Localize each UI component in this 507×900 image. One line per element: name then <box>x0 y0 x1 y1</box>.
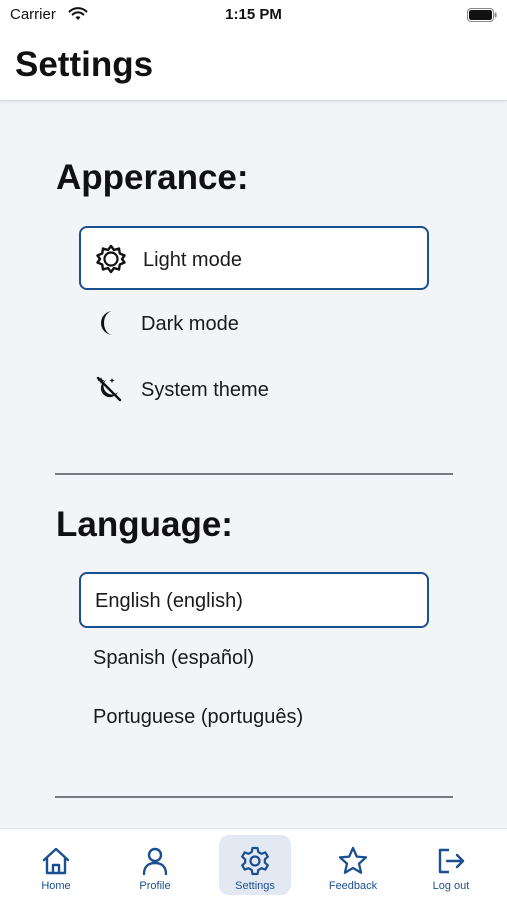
dark-mode-option[interactable]: Dark mode <box>79 292 429 356</box>
tab-feedback[interactable]: Feedback <box>317 835 389 895</box>
system-theme-option[interactable]: System theme <box>79 358 429 422</box>
header-bar: Settings <box>0 30 507 101</box>
option-label: Portuguese (português) <box>93 706 304 728</box>
option-label: System theme <box>141 379 269 401</box>
tab-label: Settings <box>235 880 275 892</box>
option-label: Light mode <box>143 249 242 271</box>
status-bar: Carrier 1:15 PM <box>0 0 507 30</box>
language-option-english[interactable]: English (english) <box>79 572 429 628</box>
language-option-spanish[interactable]: Spanish (español) <box>79 631 429 687</box>
profile-icon <box>142 847 168 876</box>
light-mode-option[interactable]: Light mode <box>79 226 429 290</box>
star-icon <box>338 846 368 874</box>
battery-icon <box>467 8 497 22</box>
language-section-title: Language: <box>56 505 233 544</box>
section-divider <box>55 796 453 798</box>
moon-icon <box>101 311 113 335</box>
section-divider <box>55 473 453 475</box>
tab-label: Profile <box>139 880 171 892</box>
tab-bar: Home Profile Settings Feedback Log out <box>0 828 507 900</box>
option-label: English (english) <box>95 590 243 612</box>
appearance-section-title: Apperance: <box>56 158 249 197</box>
tab-home[interactable]: Home <box>20 835 92 895</box>
sun-icon <box>96 244 126 274</box>
tab-settings[interactable]: Settings <box>219 835 291 895</box>
tab-logout[interactable]: Log out <box>415 835 487 895</box>
tab-label: Feedback <box>328 880 378 892</box>
option-label: Spanish (español) <box>93 647 255 669</box>
gear-icon <box>241 846 269 876</box>
page-title: Settings <box>15 45 154 84</box>
tab-label: Home <box>41 880 71 892</box>
language-option-portuguese[interactable]: Portuguese (português) <box>79 690 429 746</box>
tab-label: Log out <box>432 880 470 892</box>
logout-icon <box>438 848 465 874</box>
tab-profile[interactable]: Profile <box>119 835 191 895</box>
option-label: Dark mode <box>141 313 239 335</box>
clock-time: 1:15 PM <box>225 6 282 23</box>
home-icon <box>42 847 70 875</box>
theme-icon <box>96 376 122 402</box>
